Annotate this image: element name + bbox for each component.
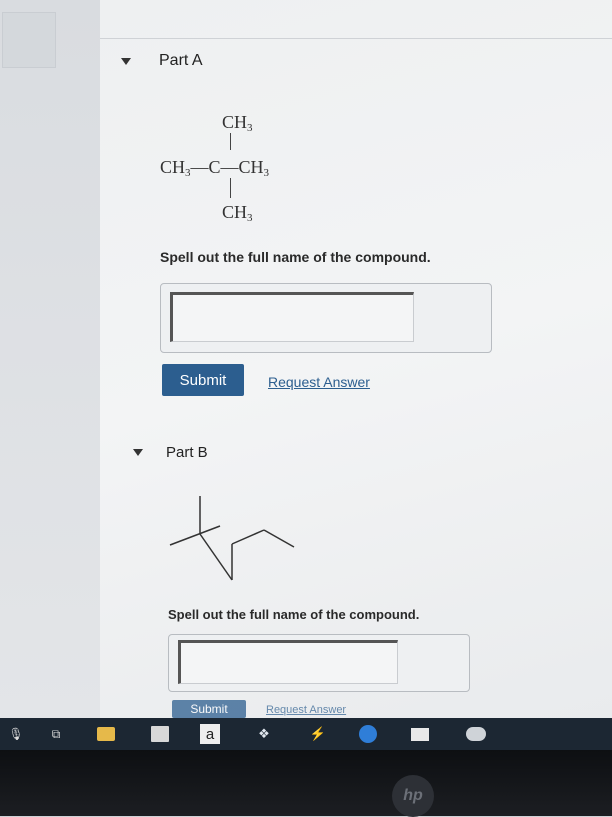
bond	[263, 529, 295, 548]
part-a-submit-button[interactable]: Submit	[162, 364, 244, 396]
main-content: Part A CH3 CH3—C—CH3 CH3 Spell out the f…	[100, 0, 612, 718]
part-b-request-answer-link[interactable]: Request Answer	[266, 704, 346, 716]
app2-icon[interactable]	[466, 724, 486, 744]
divider	[100, 38, 612, 39]
hp-logo-icon: hp	[392, 775, 434, 817]
part-b-submit-button[interactable]: Submit	[172, 700, 246, 718]
store-icon[interactable]	[150, 724, 170, 744]
part-a-question: Spell out the full name of the compound.	[160, 249, 431, 265]
monitor-bezel	[0, 750, 612, 816]
mail-icon[interactable]	[410, 724, 430, 744]
part-a-request-answer-link[interactable]: Request Answer	[268, 374, 370, 390]
part-b-answer-input[interactable]	[178, 640, 398, 684]
skeletal-structure	[169, 496, 295, 581]
app-icon[interactable]: ⚡	[308, 724, 328, 744]
task-view-icon[interactable]: ⧉	[46, 724, 66, 744]
amazon-icon[interactable]: a	[200, 724, 220, 744]
chem-middle-row: CH3—C—CH3	[160, 157, 270, 179]
bond	[169, 525, 221, 546]
bond	[231, 529, 265, 545]
part-b-question: Spell out the full name of the compound.	[168, 607, 420, 622]
part-a-answer-input[interactable]	[170, 292, 414, 342]
chem-top-group: CH3	[222, 112, 253, 134]
edge-icon[interactable]	[358, 724, 378, 744]
sidebar-tab[interactable]	[2, 12, 56, 68]
chem-bottom-group: CH3	[222, 202, 253, 224]
collapse-triangle-icon[interactable]	[133, 449, 143, 456]
dropbox-icon[interactable]: ❖	[254, 724, 274, 744]
browser-screen: Part A CH3 CH3—C—CH3 CH3 Spell out the f…	[0, 0, 612, 718]
taskbar: 🎙 ⧉ a ❖ ⚡	[0, 718, 612, 750]
bond-top	[230, 133, 231, 150]
part-b-title: Part B	[166, 444, 208, 461]
bond-bottom	[230, 178, 231, 198]
collapse-triangle-icon[interactable]	[121, 58, 131, 65]
bond	[199, 533, 233, 581]
file-explorer-icon[interactable]	[96, 724, 116, 744]
left-sidebar	[0, 0, 100, 718]
part-a-title: Part A	[159, 52, 203, 69]
mic-icon[interactable]: 🎙	[6, 724, 26, 744]
